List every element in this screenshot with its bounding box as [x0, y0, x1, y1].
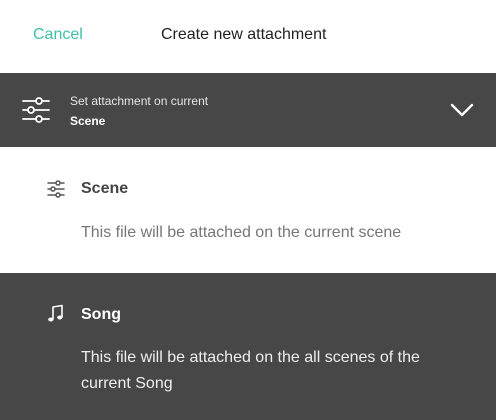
selector-caption: Set attachment on current: [70, 94, 209, 108]
chevron-down-icon[interactable]: [449, 100, 475, 120]
sliders-icon: [47, 180, 65, 198]
attachment-target-selector[interactable]: Set attachment on current Scene: [0, 73, 496, 147]
selector-value: Scene: [70, 114, 106, 128]
option-scene-title: Scene: [81, 180, 129, 197]
header: Cancel Create new attachment: [0, 0, 496, 73]
option-scene-description: This file will be attached on the curren…: [81, 224, 402, 241]
option-song[interactable]: Song This file will be attached on the a…: [0, 273, 496, 420]
music-note-icon: [48, 304, 63, 322]
option-song-description: This file will be attached on the all sc…: [81, 349, 420, 392]
option-song-title: Song: [81, 306, 121, 323]
page-title: Create new attachment: [161, 26, 327, 43]
sliders-icon: [22, 97, 50, 123]
cancel-button[interactable]: Cancel: [33, 26, 83, 44]
option-scene[interactable]: Scene This file will be attached on the …: [0, 147, 496, 273]
